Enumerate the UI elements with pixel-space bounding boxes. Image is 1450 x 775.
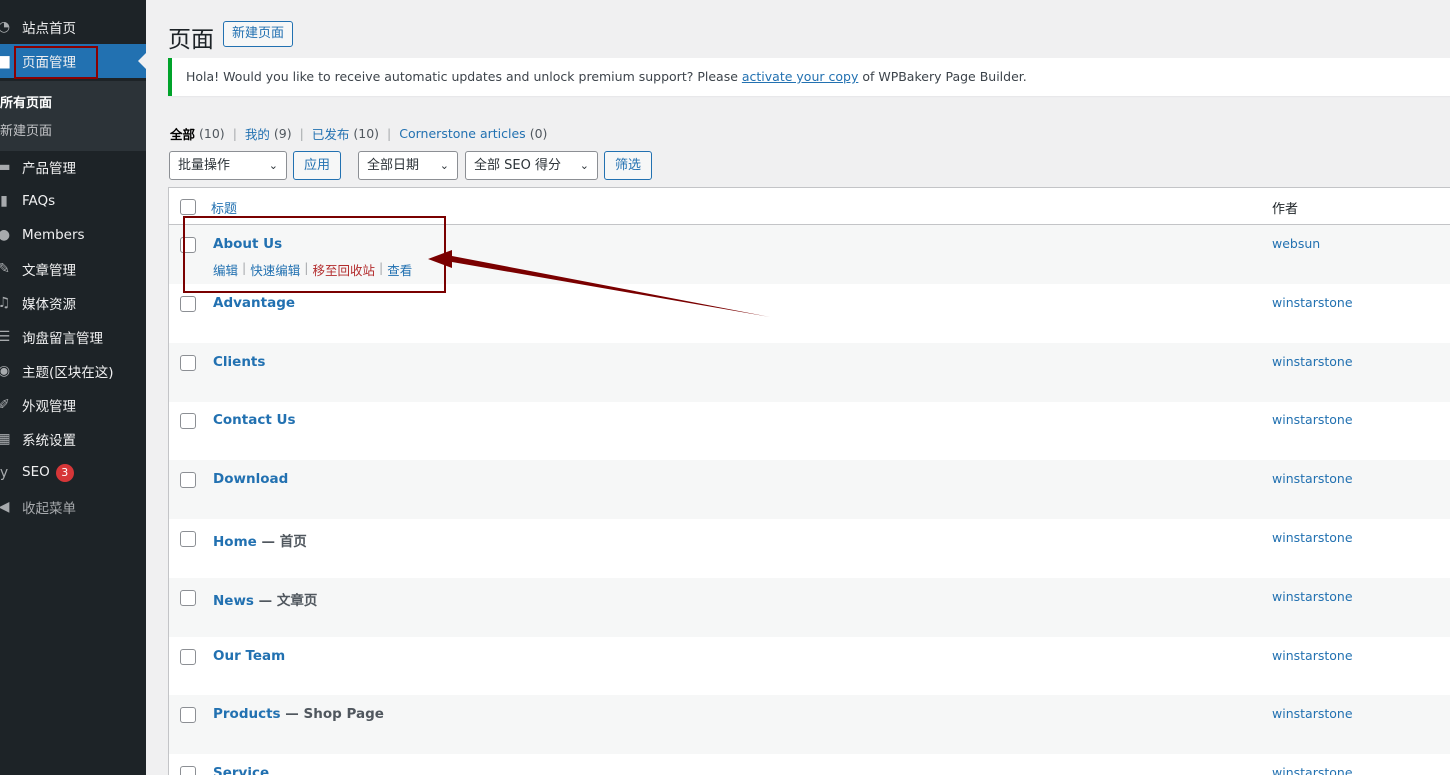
table-row: Clients winstarstone bbox=[169, 343, 1450, 402]
row-checkbox[interactable] bbox=[180, 531, 196, 547]
activate-copy-link[interactable]: activate your copy bbox=[742, 69, 858, 84]
pages-submenu: 所有页面 新建页面 bbox=[0, 81, 146, 151]
table-row: Service winstarstone bbox=[169, 754, 1450, 775]
author-link[interactable]: winstarstone bbox=[1272, 295, 1353, 310]
author-link[interactable]: winstarstone bbox=[1272, 354, 1353, 369]
admin-sidebar: ◔ 站点首页 ▆ 页面管理 所有页面 新建页面 ▬ 产品管理 ▮ FAQs ● … bbox=[0, 0, 146, 775]
menu-item-seo[interactable]: y SEO 3 bbox=[0, 456, 146, 490]
page-title-link[interactable]: Contact Us bbox=[213, 412, 296, 428]
book-icon: ▮ bbox=[0, 193, 8, 209]
table-row: Products — Shop Page winstarstone bbox=[169, 695, 1450, 754]
filter-button[interactable]: 筛选 bbox=[604, 151, 652, 180]
menu-item-media[interactable]: ♫ 媒体资源 bbox=[0, 286, 146, 320]
menu-item-settings[interactable]: ▦ 系统设置 bbox=[0, 422, 146, 456]
page-title-link[interactable]: Our Team bbox=[213, 648, 285, 664]
menu-item-inquiries[interactable]: ☰ 询盘留言管理 bbox=[0, 320, 146, 354]
seo-score-filter-select[interactable]: 全部 SEO 得分 ⌄ bbox=[465, 151, 598, 180]
page-title-link[interactable]: News — 文章页 bbox=[213, 589, 317, 609]
page-title-link[interactable]: Service bbox=[213, 765, 269, 775]
row-checkbox[interactable] bbox=[180, 355, 196, 371]
chevron-down-icon: ⌄ bbox=[579, 159, 589, 172]
menu-item-members[interactable]: ● Members bbox=[0, 218, 146, 252]
author-link[interactable]: winstarstone bbox=[1272, 530, 1353, 545]
annotation-box-pages-menu bbox=[14, 46, 98, 79]
chevron-down-icon: ⌄ bbox=[268, 159, 278, 172]
author-link[interactable]: winstarstone bbox=[1272, 765, 1353, 775]
menu-item-theme-blocks[interactable]: ◉ 主题(区块在这) bbox=[0, 354, 146, 388]
page-title-link[interactable]: Clients bbox=[213, 354, 265, 370]
column-title-header[interactable]: 标题 bbox=[211, 198, 237, 217]
product-icon: ▬ bbox=[0, 159, 11, 175]
row-checkbox[interactable] bbox=[180, 649, 196, 665]
menu-item-appearance[interactable]: ✐ 外观管理 bbox=[0, 388, 146, 422]
user-icon: ● bbox=[0, 227, 11, 243]
submenu-all-pages[interactable]: 所有页面 bbox=[0, 92, 52, 111]
brush-icon: ✐ bbox=[0, 397, 10, 413]
view-all[interactable]: 全部 (10) bbox=[170, 124, 225, 143]
column-author-header: 作者 bbox=[1272, 202, 1299, 217]
submenu-new-page[interactable]: 新建页面 bbox=[0, 120, 52, 139]
chevron-down-icon: ⌄ bbox=[439, 159, 449, 172]
page-icon: ▆ bbox=[0, 53, 10, 69]
dashboard-icon: ◔ bbox=[0, 19, 11, 35]
row-checkbox[interactable] bbox=[180, 590, 196, 606]
collapse-menu-button[interactable]: ◀ 收起菜单 bbox=[0, 490, 146, 524]
collapse-icon: ◀ bbox=[0, 499, 10, 515]
seo-notification-badge: 3 bbox=[55, 464, 74, 482]
table-row: Our Team winstarstone bbox=[169, 637, 1450, 696]
author-link[interactable]: winstarstone bbox=[1272, 471, 1353, 486]
form-icon: ☰ bbox=[0, 329, 11, 345]
row-checkbox[interactable] bbox=[180, 766, 196, 775]
view-mine[interactable]: 我的 (9) bbox=[245, 124, 292, 143]
annotation-box-row-actions bbox=[183, 216, 446, 293]
row-checkbox[interactable] bbox=[180, 707, 196, 723]
main-content: 页面 新建页面 Hola! Would you like to receive … bbox=[146, 0, 1450, 775]
select-all-checkbox[interactable] bbox=[180, 199, 196, 215]
table-row: Download winstarstone bbox=[169, 460, 1450, 519]
menu-item-posts[interactable]: ✎ 文章管理 bbox=[0, 252, 146, 286]
author-link[interactable]: winstarstone bbox=[1272, 706, 1353, 721]
page-title-link[interactable]: Home — 首页 bbox=[213, 530, 307, 550]
author-link[interactable]: winstarstone bbox=[1272, 589, 1353, 604]
page-title-link[interactable]: Advantage bbox=[213, 295, 295, 311]
view-published[interactable]: 已发布 (10) bbox=[312, 124, 379, 143]
yoast-icon: y bbox=[0, 465, 9, 481]
row-checkbox[interactable] bbox=[180, 413, 196, 429]
table-row: Home — 首页 winstarstone bbox=[169, 519, 1450, 578]
author-link[interactable]: winstarstone bbox=[1272, 412, 1353, 427]
row-checkbox[interactable] bbox=[180, 296, 196, 312]
theme-icon: ◉ bbox=[0, 363, 11, 379]
view-cornerstone[interactable]: Cornerstone articles (0) bbox=[399, 126, 547, 141]
page-title-link[interactable]: Download bbox=[213, 471, 288, 487]
table-row: Contact Us winstarstone bbox=[169, 401, 1450, 460]
settings-icon: ▦ bbox=[0, 431, 11, 447]
wpbakery-notice: Hola! Would you like to receive automati… bbox=[168, 58, 1450, 96]
author-link[interactable]: websun bbox=[1272, 236, 1320, 251]
pin-icon: ✎ bbox=[0, 261, 10, 277]
menu-item-products[interactable]: ▬ 产品管理 bbox=[0, 150, 146, 184]
page-title-link[interactable]: Products — Shop Page bbox=[213, 706, 384, 722]
row-checkbox[interactable] bbox=[180, 472, 196, 488]
media-icon: ♫ bbox=[0, 295, 11, 311]
author-link[interactable]: winstarstone bbox=[1272, 648, 1353, 663]
table-row: News — 文章页 winstarstone bbox=[169, 578, 1450, 637]
date-filter-select[interactable]: 全部日期 ⌄ bbox=[358, 151, 458, 180]
menu-item-faqs[interactable]: ▮ FAQs bbox=[0, 184, 146, 218]
menu-item-dashboard[interactable]: ◔ 站点首页 bbox=[0, 10, 146, 44]
page-title: 页面 bbox=[168, 27, 214, 53]
view-filters: 全部 (10) | 我的 (9) | 已发布 (10) | Cornerstone a… bbox=[170, 124, 548, 143]
add-new-page-button[interactable]: 新建页面 bbox=[223, 21, 294, 47]
bulk-actions-select[interactable]: 批量操作 ⌄ bbox=[169, 151, 287, 180]
apply-button[interactable]: 应用 bbox=[293, 151, 341, 180]
